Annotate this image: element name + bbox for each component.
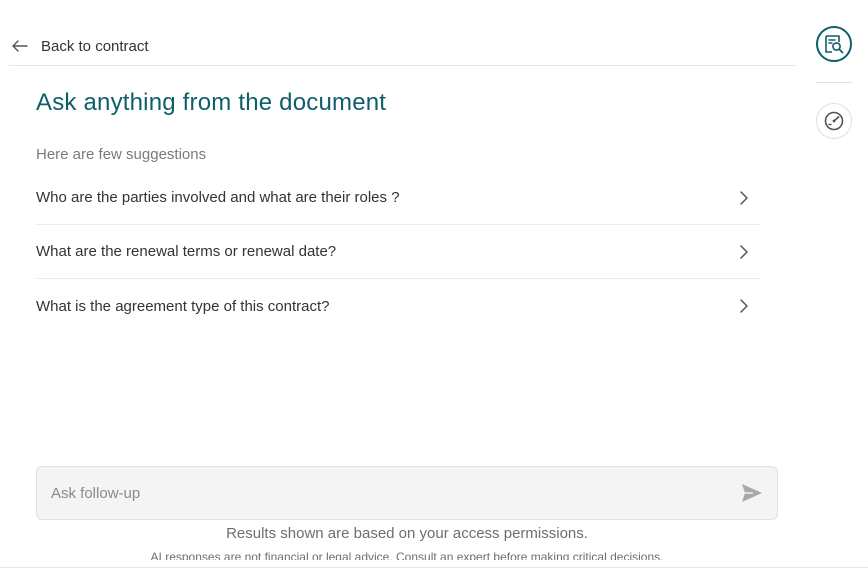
suggestions-heading: Here are few suggestions [36,146,207,163]
permissions-note: Results shown are based on your access p… [226,525,588,542]
rail-speedometer-button[interactable] [816,103,852,139]
suggestion-list: Who are the parties involved and what ar… [36,171,760,333]
chevron-right-icon [740,299,748,313]
suggestion-item[interactable]: What is the agreement type of this contr… [36,279,760,333]
suggestion-label: Who are the parties involved and what ar… [36,189,400,206]
send-button[interactable] [739,480,765,506]
suggestion-item[interactable]: What are the renewal terms or renewal da… [36,225,760,279]
back-bar: Back to contract [9,26,796,66]
follow-up-composer [36,466,778,520]
ai-disclaimer: AI responses are not financial or legal … [150,550,664,560]
bottom-divider [0,567,868,568]
suggestion-label: What is the agreement type of this contr… [36,297,330,315]
back-to-contract-link[interactable]: Back to contract [9,37,149,55]
chevron-right-icon [740,190,748,205]
ask-panel: Back to contract Ask anything from the d… [0,0,806,570]
chevron-right-icon [740,244,748,259]
suggestion-label: What are the renewal terms or renewal da… [36,243,337,260]
speedometer-icon [824,111,844,131]
back-link-label: Back to contract [41,37,149,55]
suggestion-item[interactable]: Who are the parties involved and what ar… [36,171,760,225]
page-title: Ask anything from the document [36,89,387,116]
app-window: Back to contract Ask anything from the d… [0,0,868,570]
rail-divider [816,82,852,83]
arrow-left-icon [11,37,29,55]
follow-up-input[interactable] [51,484,739,502]
right-rail [806,0,868,570]
document-search-icon [825,35,844,54]
send-icon [742,484,762,502]
rail-document-search-button[interactable] [816,26,852,62]
